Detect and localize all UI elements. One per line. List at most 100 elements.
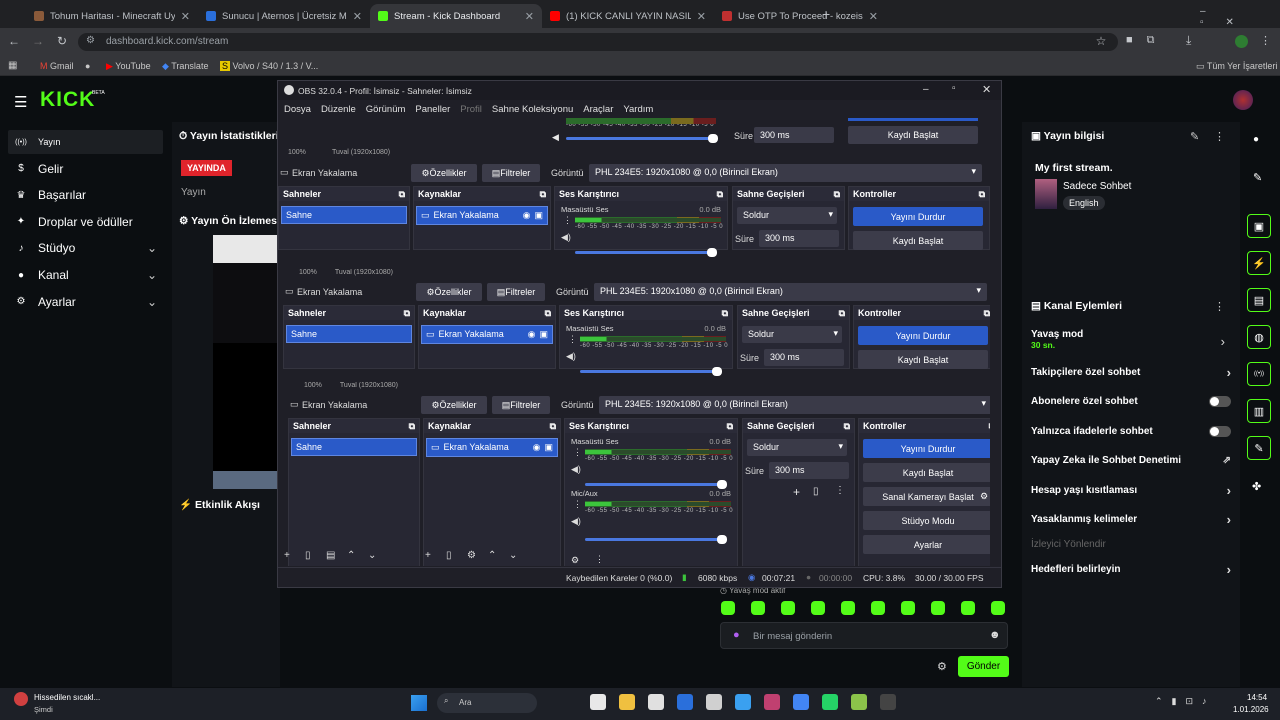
browser-tab[interactable]: Tohum Haritası - Minecraft Uygu ✕ xyxy=(26,4,198,28)
bookmark-star-icon[interactable]: ☆ xyxy=(1093,34,1109,48)
remove-scene-icon[interactable]: ▯ xyxy=(305,550,311,561)
taskbar-app-icon[interactable] xyxy=(793,694,809,710)
scene-item[interactable]: Sahne xyxy=(281,206,407,224)
stop-stream-button[interactable]: Yayını Durdur xyxy=(858,326,988,345)
duration-input[interactable]: 300 ms xyxy=(759,230,839,247)
duration-value[interactable]: 300 ms xyxy=(754,127,834,143)
undock-icon[interactable]: ⧉ xyxy=(540,189,546,199)
pen-icon[interactable]: ✎ xyxy=(1253,171,1262,184)
bookmark-gmail[interactable]: M Gmail xyxy=(40,61,74,71)
speaker-icon[interactable]: ◀) xyxy=(571,464,581,475)
emote-icon[interactable] xyxy=(781,601,795,615)
stream-preview[interactable] xyxy=(213,235,277,489)
display-select[interactable]: PHL 234E5: 1920x1080 @ 0,0 (Birincil Ekr… xyxy=(594,283,987,301)
add-source-icon[interactable]: + xyxy=(425,550,431,561)
obs-menu-item[interactable]: Dosya xyxy=(284,104,311,115)
delete-transition-icon[interactable]: ▯ xyxy=(813,486,819,497)
emote-icon[interactable] xyxy=(961,601,975,615)
channel-action-row[interactable]: Hedefleri belirleyin › xyxy=(1031,561,1231,577)
weather-icon[interactable] xyxy=(14,692,28,706)
taskbar-app-icon[interactable] xyxy=(590,694,606,710)
extensions-area[interactable]: ■⧉ xyxy=(1126,34,1169,47)
taskbar-app-icon[interactable] xyxy=(880,694,896,710)
slow-mode-row[interactable]: Yavaş mod 30 sn. › xyxy=(1031,329,1231,355)
all-bookmarks[interactable]: ▭ Tüm Yer İşaretleri xyxy=(1196,61,1277,72)
nav-item-5[interactable]: ● Kanal ⌄ xyxy=(8,263,163,287)
eye-icon[interactable]: ◉ xyxy=(528,329,536,340)
menu-icon[interactable]: ⋮ xyxy=(1260,34,1271,47)
channel-action-row[interactable]: Yapay Zeka ile Sohbet Denetimi ⇗ xyxy=(1031,452,1231,468)
external-link-icon[interactable]: ⇗ xyxy=(1223,455,1231,466)
emote-icon[interactable] xyxy=(751,601,765,615)
undock-icon[interactable]: ⧉ xyxy=(834,189,840,199)
undock-icon[interactable]: ⧉ xyxy=(844,421,850,431)
emote-icon[interactable] xyxy=(841,601,855,615)
filter-scene-icon[interactable]: ▤ xyxy=(326,550,335,561)
move-down-icon[interactable]: ⌄ xyxy=(368,550,376,561)
volume-slider[interactable] xyxy=(585,480,727,489)
taskbar-app-icon[interactable] xyxy=(706,694,722,710)
speaker-icon[interactable]: ◀ xyxy=(552,132,559,143)
chat-settings-icon[interactable]: ⚙ xyxy=(937,660,947,673)
undock-icon[interactable]: ⧉ xyxy=(545,308,551,318)
forward-icon[interactable]: → xyxy=(30,34,46,48)
display-select[interactable]: PHL 234E5: 1920x1080 @ 0,0 (Birincil Ekr… xyxy=(589,164,982,182)
volume-slider[interactable] xyxy=(566,134,718,143)
add-transition-icon[interactable]: + xyxy=(793,485,800,499)
browser-tab[interactable]: (1) KICK CANLI YAYIN NASIL YA ✕ xyxy=(542,4,714,28)
tab-close-icon[interactable]: ✕ xyxy=(697,10,706,23)
undock-icon[interactable]: ⧉ xyxy=(399,189,405,199)
site-info-icon[interactable]: ⚙ xyxy=(86,35,95,46)
volume-slider[interactable] xyxy=(580,367,722,376)
speaker-icon[interactable]: ◀) xyxy=(561,232,571,243)
more-icon[interactable]: ⋮ xyxy=(1214,130,1225,143)
bookmark-volvo[interactable]: S Volvo / S40 / 1.3 / V... xyxy=(220,61,318,71)
move-up-icon[interactable]: ⌃ xyxy=(488,550,496,561)
obs-menu-item[interactable]: Paneller xyxy=(415,104,450,115)
nav-item-4[interactable]: ♪ Stüdyo ⌄ xyxy=(8,236,163,260)
browser-tab[interactable]: Sunucu | Aternos | Ücretsiz Min ✕ xyxy=(198,4,370,28)
obs-menu-item[interactable]: Görünüm xyxy=(366,104,406,115)
emoji-icon[interactable]: ☻ xyxy=(989,629,1001,641)
stop-stream-button[interactable]: Yayını Durdur xyxy=(863,439,990,458)
chat-input[interactable]: ● Bir mesaj gönderin ☻ xyxy=(720,622,1008,649)
chat-bubble-icon[interactable]: ◍ xyxy=(1247,325,1271,349)
taskbar-app-icon[interactable] xyxy=(648,694,664,710)
mic-icon[interactable]: ● xyxy=(733,629,740,641)
display-select[interactable]: PHL 234E5: 1920x1080 @ 0,0 (Birincil Ekr… xyxy=(599,396,990,414)
obs-menu-item[interactable]: Yardım xyxy=(623,104,653,115)
start-record-button[interactable]: Kaydı Başlat xyxy=(853,231,983,250)
hamburger-icon[interactable]: ☰ xyxy=(14,93,27,111)
emote-icon[interactable] xyxy=(991,601,1005,615)
zoom-level[interactable]: 100% xyxy=(299,269,317,276)
emote-icon[interactable] xyxy=(721,601,735,615)
wrench-icon[interactable]: ✎ xyxy=(1247,436,1271,460)
user-avatar[interactable] xyxy=(1233,90,1253,110)
obs-menu-item[interactable]: Düzenle xyxy=(321,104,356,115)
move-up-icon[interactable]: ⌃ xyxy=(347,550,355,561)
transition-select[interactable]: Soldur ▾ xyxy=(737,207,837,224)
emote-icon[interactable] xyxy=(811,601,825,615)
taskbar-app-icon[interactable] xyxy=(851,694,867,710)
channel-action-row[interactable]: Yalnızca ifadelerle sohbet xyxy=(1031,423,1231,439)
bolt-icon[interactable]: ⚡ xyxy=(1247,251,1271,275)
nav-item-2[interactable]: ♛ Başarılar xyxy=(8,183,163,207)
address-bar[interactable]: ⚙ dashboard.kick.com/stream xyxy=(78,33,1118,51)
obs-close[interactable]: ✕ xyxy=(982,83,991,96)
channel-action-row[interactable]: Hesap yaşı kısıtlaması › xyxy=(1031,482,1231,498)
undock-icon[interactable]: ⧉ xyxy=(404,308,410,318)
clipboard-icon[interactable]: ▤ xyxy=(1247,288,1271,312)
nav-item-3[interactable]: ✦ Droplar ve ödüller xyxy=(8,210,163,234)
duration-input[interactable]: 300 ms xyxy=(764,349,844,366)
start-record-button[interactable]: Kaydı Başlat xyxy=(848,126,978,144)
filters-button[interactable]: ▤ Filtreler xyxy=(492,396,550,414)
undock-icon[interactable]: ⧉ xyxy=(839,308,845,318)
download-icon[interactable]: ⤓ xyxy=(1186,33,1191,48)
properties-button[interactable]: ⚙ Özellikler xyxy=(411,164,477,182)
nav-item-1[interactable]: $ Gelir xyxy=(8,157,163,181)
puzzle-icon[interactable]: ✤ xyxy=(1252,480,1261,493)
nav-item-0[interactable]: ((•)) Yayın xyxy=(8,130,163,154)
filters-button[interactable]: ▤ Filtreler xyxy=(482,164,540,182)
nav-item-6[interactable]: ⚙ Ayarlar ⌄ xyxy=(8,290,163,314)
channel-action-row[interactable]: Abonelere özel sohbet xyxy=(1031,393,1231,409)
